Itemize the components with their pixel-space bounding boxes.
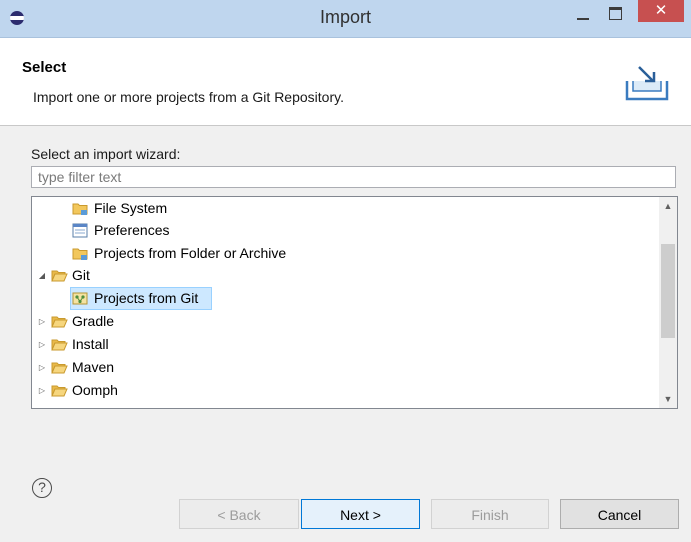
tree-item-git[interactable]: ◢ Git xyxy=(32,264,657,287)
collapsed-arrow-icon[interactable]: ▷ xyxy=(36,356,48,379)
tree-item-oomph[interactable]: ▷ Oomph xyxy=(32,379,657,402)
folder-icon xyxy=(72,203,88,215)
git-import-icon xyxy=(72,292,88,305)
tree-item-file-system[interactable]: File System xyxy=(32,197,657,220)
wizard-header: Select Import one or more projects from … xyxy=(0,38,691,126)
tree-item-label: Preferences xyxy=(94,222,170,238)
scroll-thumb[interactable] xyxy=(661,244,675,338)
tree-item-preferences[interactable]: Preferences xyxy=(32,219,657,242)
tree-item-maven[interactable]: ▷ Maven xyxy=(32,356,657,379)
close-icon[interactable]: ✕ xyxy=(638,0,684,22)
wizard-footer: ? < Back Next > Finish Cancel xyxy=(0,478,691,542)
scroll-up-icon[interactable]: ▲ xyxy=(659,197,677,215)
title-bar[interactable]: Import ✕ xyxy=(0,0,691,38)
collapsed-arrow-icon[interactable]: ▷ xyxy=(36,333,48,356)
tree-item-projects-from-folder[interactable]: Projects from Folder or Archive xyxy=(32,242,657,265)
preferences-icon xyxy=(72,223,88,238)
tree-item-install[interactable]: ▷ Install xyxy=(32,333,657,356)
import-dialog: Import ✕ Select Import one or more proje… xyxy=(0,0,691,542)
cancel-button[interactable]: Cancel xyxy=(560,499,679,529)
folder-open-icon xyxy=(51,316,68,328)
tree-item-label: Gradle xyxy=(72,313,115,329)
next-button[interactable]: Next > xyxy=(301,499,420,529)
page-description: Import one or more projects from a Git R… xyxy=(33,89,344,105)
tree-item-label: Oomph xyxy=(72,382,118,398)
folder-open-icon xyxy=(51,339,68,351)
expanded-arrow-icon[interactable]: ◢ xyxy=(36,264,48,287)
collapsed-arrow-icon[interactable]: ▷ xyxy=(36,310,48,333)
tree-item-gradle[interactable]: ▷ Gradle xyxy=(32,310,657,333)
tree-scrollbar[interactable]: ▲ ▼ xyxy=(659,197,677,408)
tree-item-label: Install xyxy=(72,336,109,352)
tree-item-label: Projects from Folder or Archive xyxy=(94,245,287,261)
folder-open-icon xyxy=(51,362,68,374)
collapsed-arrow-icon[interactable]: ▷ xyxy=(36,379,48,402)
wizard-tree[interactable]: File System Preferences Projects from Fo… xyxy=(31,196,678,409)
maximize-icon[interactable] xyxy=(603,4,629,24)
help-icon[interactable]: ? xyxy=(32,478,52,498)
folder-open-icon xyxy=(51,385,68,397)
tree-item-label: Git xyxy=(72,267,90,283)
select-wizard-label: Select an import wizard: xyxy=(31,146,181,162)
finish-button[interactable]: Finish xyxy=(431,499,549,529)
import-banner-icon xyxy=(625,66,669,101)
folder-icon xyxy=(72,248,88,260)
wizard-body: Select an import wizard: File System xyxy=(0,126,691,482)
tree-item-label: Projects from Git xyxy=(94,290,199,306)
scroll-down-icon[interactable]: ▼ xyxy=(659,390,677,408)
folder-open-icon xyxy=(51,270,68,282)
back-button[interactable]: < Back xyxy=(179,499,299,529)
tree-item-projects-from-git[interactable]: Projects from Git xyxy=(32,287,657,310)
filter-input[interactable] xyxy=(31,166,676,188)
minimize-icon[interactable] xyxy=(570,4,596,24)
tree-item-label: File System xyxy=(94,200,168,216)
tree-item-label: Maven xyxy=(72,359,115,375)
page-title: Select xyxy=(22,59,67,76)
